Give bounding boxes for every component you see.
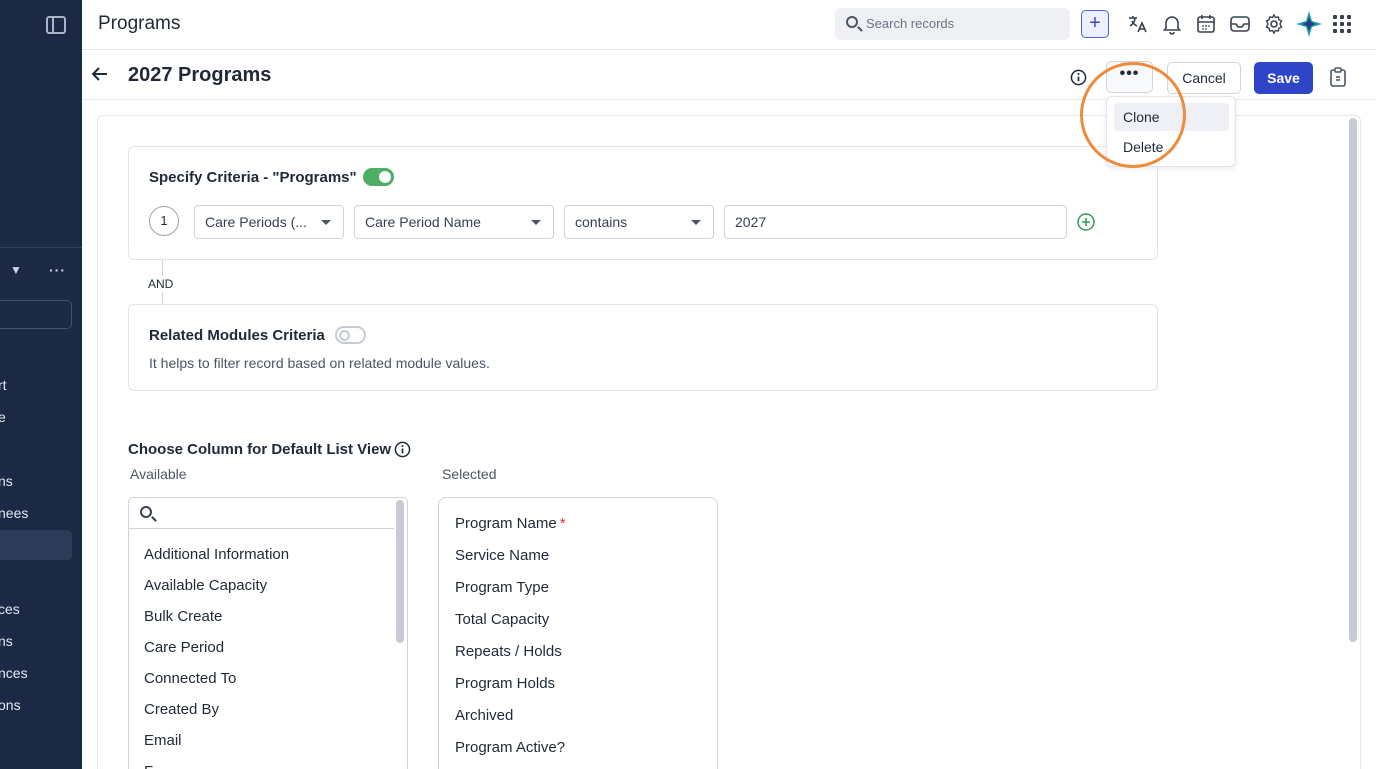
- list-item[interactable]: F: [144, 763, 153, 769]
- plus-icon[interactable]: +: [1081, 10, 1109, 38]
- criteria-operator-select[interactable]: contains: [564, 205, 714, 239]
- info-icon[interactable]: [1070, 69, 1087, 86]
- list-item[interactable]: Repeats / Holds: [455, 643, 562, 660]
- criteria-field2-select[interactable]: Care Period Name: [354, 205, 554, 239]
- available-search-input[interactable]: [129, 498, 394, 529]
- sidebar-active-highlight: [0, 530, 72, 560]
- gear-icon[interactable]: [1262, 12, 1286, 36]
- columns-title: Choose Column for Default List View: [128, 441, 392, 458]
- available-scrollbar[interactable]: [396, 500, 404, 643]
- chevron-down-icon: [691, 220, 701, 225]
- selected-item-label: Program Name: [455, 515, 557, 532]
- sidebar-item[interactable]: ons: [0, 697, 21, 713]
- and-connector: AND: [148, 276, 174, 292]
- sidebar-item[interactable]: e: [0, 409, 6, 425]
- list-item[interactable]: Program Name *: [455, 515, 566, 532]
- apps-grid-icon[interactable]: [1333, 15, 1351, 33]
- related-toggle[interactable]: [335, 326, 366, 344]
- list-item[interactable]: Created By: [144, 701, 219, 718]
- panel-toggle-icon[interactable]: [46, 16, 66, 34]
- sidebar-search-input[interactable]: [0, 300, 72, 329]
- list-item[interactable]: Program Type: [455, 579, 549, 596]
- related-title: Related Modules Criteria: [149, 327, 325, 344]
- sidebar-more-icon[interactable]: ···: [49, 262, 66, 278]
- translate-icon[interactable]: [1126, 12, 1150, 36]
- highlight-ring: [1080, 62, 1186, 168]
- list-item[interactable]: Program Holds: [455, 675, 555, 692]
- logo-icon[interactable]: [1294, 9, 1324, 39]
- related-modules-section: Related Modules Criteria It helps to fil…: [128, 304, 1158, 391]
- required-mark: *: [559, 515, 566, 532]
- criteria-field2-value: Care Period Name: [365, 214, 481, 230]
- sidebar-item[interactable]: rt: [0, 377, 7, 393]
- add-circle-icon[interactable]: [1077, 213, 1095, 231]
- list-item[interactable]: Archived: [455, 707, 513, 724]
- search-input[interactable]: Search records: [835, 8, 1070, 40]
- sidebar-item[interactable]: ns: [0, 633, 13, 649]
- sidebar-item[interactable]: nces: [0, 665, 28, 681]
- related-description: It helps to filter record based on relat…: [149, 355, 490, 371]
- back-arrow-icon[interactable]: [90, 64, 110, 84]
- app-title: Programs: [98, 13, 181, 34]
- list-item[interactable]: Service Name: [455, 547, 549, 564]
- available-list: Additional Information Available Capacit…: [128, 497, 408, 769]
- available-label: Available: [130, 466, 187, 482]
- save-button[interactable]: Save: [1254, 62, 1313, 94]
- top-bar: Programs Search records +: [82, 0, 1376, 50]
- list-item[interactable]: Bulk Create: [144, 608, 222, 625]
- list-item[interactable]: Email: [144, 732, 182, 749]
- info-icon[interactable]: [394, 441, 411, 458]
- selected-label: Selected: [442, 466, 497, 482]
- criteria-row-number: 1: [149, 206, 179, 236]
- list-item[interactable]: Additional Information: [144, 546, 289, 563]
- list-item[interactable]: Available Capacity: [144, 577, 267, 594]
- list-item[interactable]: Connected To: [144, 670, 236, 687]
- chevron-down-icon: [531, 220, 541, 225]
- sub-header: 2027 Programs ••• Cancel Save: [82, 50, 1376, 100]
- sidebar-item[interactable]: nees: [0, 505, 28, 521]
- list-item[interactable]: Total Capacity: [455, 611, 549, 628]
- search-icon: [846, 16, 858, 28]
- main-scrollbar[interactable]: [1349, 118, 1357, 642]
- criteria-toggle[interactable]: [363, 168, 394, 186]
- sidebar-item[interactable]: ces: [0, 601, 20, 617]
- calendar-icon[interactable]: [1194, 12, 1218, 36]
- clipboard-icon[interactable]: [1329, 67, 1347, 87]
- chevron-down-icon: [321, 220, 331, 225]
- criteria-operator-value: contains: [575, 214, 628, 230]
- search-icon: [140, 506, 152, 518]
- mail-icon[interactable]: [1228, 12, 1252, 36]
- criteria-field1-select[interactable]: Care Periods (...: [194, 205, 344, 239]
- criteria-value-input[interactable]: 2027: [724, 205, 1067, 239]
- criteria-title: Specify Criteria - "Programs": [149, 169, 357, 186]
- search-placeholder: Search records: [866, 16, 955, 31]
- chevron-down-icon[interactable]: ▼: [10, 263, 22, 277]
- criteria-section: Specify Criteria - "Programs" 1 Care Per…: [128, 146, 1158, 260]
- list-item[interactable]: Program Active?: [455, 739, 565, 756]
- sidebar-item[interactable]: ns: [0, 473, 13, 489]
- selected-list: Program Name * Service Name Program Type …: [438, 497, 718, 769]
- criteria-field1-value: Care Periods (...: [205, 214, 307, 230]
- list-item[interactable]: Care Period: [144, 639, 224, 656]
- sidebar: ▼ ··· rt e ns nees ces ns nces ons: [0, 0, 82, 769]
- bell-icon[interactable]: [1160, 12, 1184, 36]
- sidebar-divider: [0, 247, 82, 248]
- page-title: 2027 Programs: [128, 64, 272, 86]
